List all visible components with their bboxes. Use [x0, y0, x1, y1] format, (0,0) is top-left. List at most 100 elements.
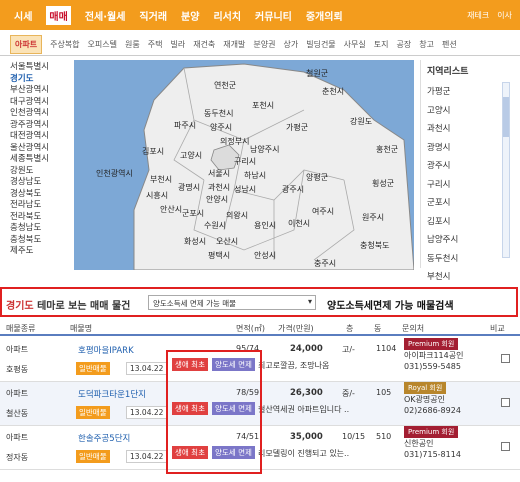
sub-nav-item-5[interactable]: 빌라: [170, 39, 185, 50]
map-label-13[interactable]: 구리시: [234, 156, 256, 167]
map-label-29[interactable]: 수원시: [204, 220, 226, 231]
sub-nav-item-9[interactable]: 상가: [283, 39, 298, 50]
agency-name[interactable]: OK광명공인: [404, 394, 445, 405]
map-label-40[interactable]: 충청북도: [360, 240, 389, 251]
listing-name[interactable]: 한솔주공5단지: [78, 432, 130, 444]
nav-right-item-0[interactable]: 재테크: [467, 10, 489, 21]
region-list-item-3[interactable]: 광명시: [421, 139, 512, 158]
map-label-18[interactable]: 서울시: [208, 168, 230, 179]
sub-nav-item-8[interactable]: 분양권: [253, 39, 275, 50]
map-label-7[interactable]: 가평군: [286, 122, 308, 133]
map-label-10[interactable]: 남양주시: [250, 144, 279, 155]
region-item-7[interactable]: 울산광역시: [10, 143, 72, 155]
region-item-14[interactable]: 충청남도: [10, 223, 72, 235]
map-label-2[interactable]: 포천시: [252, 100, 274, 111]
region-item-12[interactable]: 전라남도: [10, 200, 72, 212]
sub-nav-item-10[interactable]: 빌딩건물: [306, 39, 335, 50]
map-label-5[interactable]: 파주시: [174, 120, 196, 131]
compare-checkbox[interactable]: [501, 354, 510, 363]
map-label-12[interactable]: 고양시: [180, 150, 202, 161]
nav-item-4[interactable]: 분양: [181, 8, 199, 23]
region-list-item-6[interactable]: 군포시: [421, 194, 512, 213]
map-label-37[interactable]: 평택시: [208, 250, 230, 261]
map-label-0[interactable]: 철원군: [306, 68, 328, 79]
map-label-31[interactable]: 이천시: [288, 218, 310, 229]
map-label-19[interactable]: 광명시: [178, 182, 200, 193]
sub-nav-item-0[interactable]: 아파트: [10, 35, 43, 54]
sub-nav-item-13[interactable]: 공장: [397, 39, 412, 50]
map-label-15[interactable]: 인천광역시: [96, 168, 133, 179]
map-label-1[interactable]: 연천군: [214, 80, 236, 91]
region-item-15[interactable]: 충청북도: [10, 235, 72, 247]
region-list-item-0[interactable]: 가평군: [421, 83, 512, 102]
map-label-35[interactable]: 오산시: [216, 236, 238, 247]
region-item-3[interactable]: 대구광역시: [10, 97, 72, 109]
sub-nav-item-7[interactable]: 재개발: [223, 39, 245, 50]
sub-nav-item-12[interactable]: 토지: [374, 39, 389, 50]
sub-nav-item-3[interactable]: 원룸: [125, 39, 140, 50]
map-label-22[interactable]: 시흥시: [146, 190, 168, 201]
map-label-4[interactable]: 동두천시: [204, 108, 233, 119]
region-item-10[interactable]: 경상남도: [10, 177, 72, 189]
region-list-item-1[interactable]: 고양시: [421, 102, 512, 121]
nav-item-2[interactable]: 전세·월세: [85, 8, 126, 23]
nav-item-5[interactable]: 리서치: [213, 8, 241, 23]
map-label-11[interactable]: 김포시: [142, 146, 164, 157]
region-item-8[interactable]: 세종특별시: [10, 154, 72, 166]
map-label-39[interactable]: 충주시: [314, 258, 336, 269]
region-list-item-5[interactable]: 구리시: [421, 176, 512, 195]
map-label-30[interactable]: 용인시: [254, 220, 276, 231]
agency-name[interactable]: 아이파크114공인: [404, 350, 463, 361]
nav-item-7[interactable]: 중개의뢰: [306, 8, 343, 23]
map-label-17[interactable]: 부천시: [150, 174, 172, 185]
nav-right-item-1[interactable]: 이사: [497, 10, 512, 21]
map-label-3[interactable]: 춘천시: [322, 86, 344, 97]
sub-nav-item-2[interactable]: 오피스텔: [88, 39, 117, 50]
map-label-20[interactable]: 과천시: [208, 182, 230, 193]
nav-item-6[interactable]: 커뮤니티: [255, 8, 292, 23]
map-label-21[interactable]: 양평군: [306, 172, 328, 183]
region-item-4[interactable]: 인천광역시: [10, 108, 72, 120]
map-label-16[interactable]: 하남시: [244, 170, 266, 181]
compare-checkbox[interactable]: [501, 398, 510, 407]
nav-item-0[interactable]: 시세: [14, 8, 32, 23]
map-label-38[interactable]: 안성시: [254, 250, 276, 261]
region-item-11[interactable]: 경상북도: [10, 189, 72, 201]
sub-nav-item-6[interactable]: 재건축: [193, 39, 215, 50]
region-item-16[interactable]: 제주도: [10, 246, 72, 258]
theme-select[interactable]: 양도소득세 면제 가능 매물 ▾: [148, 295, 316, 310]
map-label-8[interactable]: 강원도: [350, 116, 372, 127]
region-list-item-4[interactable]: 광주시: [421, 157, 512, 176]
region-item-6[interactable]: 대전광역시: [10, 131, 72, 143]
region-item-13[interactable]: 전라북도: [10, 212, 72, 224]
map-label-27[interactable]: 의왕시: [226, 210, 248, 221]
region-item-0[interactable]: 서울특별시: [10, 62, 72, 74]
region-list-item-9[interactable]: 동두천시: [421, 250, 512, 269]
region-list-scrollbar[interactable]: [502, 82, 510, 258]
region-item-5[interactable]: 광주광역시: [10, 120, 72, 132]
nav-item-1[interactable]: 매매: [46, 5, 71, 25]
region-list-item-7[interactable]: 김포시: [421, 213, 512, 232]
map-label-14[interactable]: 홍천군: [376, 144, 398, 155]
listing-name[interactable]: 도덕파크타운1단지: [78, 388, 146, 400]
map-label-34[interactable]: 화성시: [184, 236, 206, 247]
map-label-23[interactable]: 성남시: [234, 184, 256, 195]
compare-checkbox[interactable]: [501, 442, 510, 451]
region-list-item-8[interactable]: 남양주시: [421, 231, 512, 250]
map-label-25[interactable]: 안산시: [160, 204, 182, 215]
sub-nav-item-15[interactable]: 펜션: [442, 39, 457, 50]
region-list-item-10[interactable]: 부천시: [421, 268, 512, 287]
map-label-32[interactable]: 여주시: [312, 206, 334, 217]
sub-nav-item-11[interactable]: 사무실: [344, 39, 366, 50]
map-label-36[interactable]: 원주시: [362, 212, 384, 223]
map-label-24[interactable]: 광주시: [282, 184, 304, 195]
map-label-28[interactable]: 군포시: [182, 208, 204, 219]
map-label-6[interactable]: 양주시: [210, 122, 232, 133]
agency-name[interactable]: 신한공인: [404, 438, 433, 449]
sub-nav-item-14[interactable]: 창고: [419, 39, 434, 50]
region-item-2[interactable]: 부산광역시: [10, 85, 72, 97]
sub-nav-item-1[interactable]: 주상복합: [50, 39, 79, 50]
region-item-9[interactable]: 강원도: [10, 166, 72, 178]
map-label-33[interactable]: 횡성군: [372, 178, 394, 189]
nav-item-3[interactable]: 직거래: [139, 8, 167, 23]
